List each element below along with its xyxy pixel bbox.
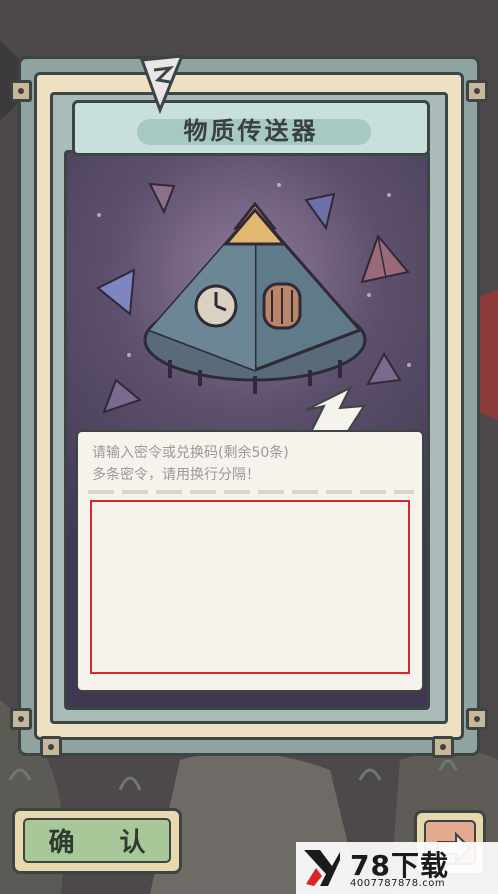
confirm-button-label: 确 认 — [48, 828, 164, 858]
site-watermark: 78下载 4007787878.com — [296, 842, 498, 894]
watermark-site: 4007787878.com — [350, 878, 446, 889]
confirm-button-face: 确 认 — [23, 818, 171, 863]
frame-corner-bolt — [466, 80, 488, 102]
input-hint-line-2: 多条密令，请用换行分隔！ — [92, 467, 260, 483]
crystal-icon — [366, 351, 402, 386]
title-banner: 物质传送器 — [72, 100, 430, 156]
frame-corner-bolt — [432, 736, 454, 758]
portal-emblem-icon — [139, 54, 185, 114]
frame-corner-bolt — [466, 708, 488, 730]
input-hint-line-1: 请输入密令或兑换码(剩余50条) — [92, 445, 289, 461]
crystal-icon — [96, 268, 136, 316]
teleporter-pyramid-image — [143, 201, 367, 394]
code-input-textarea[interactable] — [90, 500, 410, 674]
speech-bubble-tail — [305, 386, 366, 435]
crystal-icon — [102, 378, 143, 414]
frame-corner-bolt — [10, 80, 32, 102]
confirm-button[interactable]: 确 认 — [12, 808, 182, 874]
watermark-logo-icon — [304, 850, 340, 886]
frame-corner-bolt — [10, 708, 32, 730]
page-title: 物质传送器 — [183, 116, 319, 145]
divider-dashes — [88, 490, 414, 494]
frame-corner-bolt — [40, 736, 62, 758]
input-hint: 请输入密令或兑换码(剩余50条) 多条密令，请用换行分隔！ — [92, 442, 289, 486]
